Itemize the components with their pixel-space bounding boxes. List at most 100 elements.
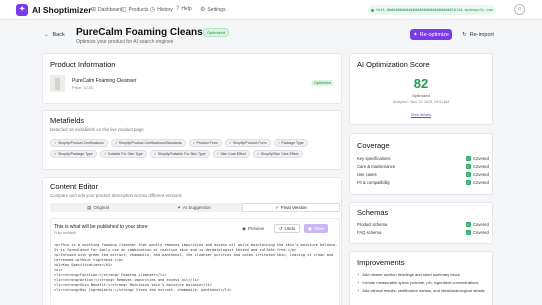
schemas-title: Schemas — [357, 208, 389, 217]
preview-label: Preview — [247, 226, 264, 231]
undo-button[interactable]: ↺ Undo — [274, 224, 300, 233]
editor-tabs: ▤ Original ✦ AI Suggestion ✓ Final Versi… — [50, 203, 340, 212]
nav-settings[interactable]: ⚙ Settings — [200, 6, 226, 14]
schema-label: Product schema — [357, 222, 388, 227]
eye-icon: ◉ — [242, 225, 246, 231]
improvement-text: Add clinical results, certification name… — [362, 288, 485, 293]
tab-final-version[interactable]: ✓ Final Version — [242, 203, 340, 212]
nav-help[interactable]: ? Help — [176, 6, 192, 12]
metafield-chip: Shopify/Package Type — [50, 149, 97, 159]
plus-icon: + — [357, 288, 360, 293]
coverage-label: Key specifications — [357, 156, 391, 161]
coverage-title: Coverage — [357, 141, 390, 150]
document-icon: ▤ — [87, 204, 92, 210]
schema-status: Covered — [473, 222, 489, 227]
metafield-chip: Shopify/Product Certifications/Standards — [110, 139, 186, 148]
arrow-left-icon: ← — [44, 32, 50, 38]
schema-status: Covered — [473, 230, 489, 235]
score-timestamp: Analyzed • Nov 12, 2025, 09:51 AM — [392, 100, 450, 104]
nav-dashboard[interactable]: ⊞ Dashboard — [91, 6, 123, 14]
reimport-button[interactable]: ↻ Re-import — [458, 29, 498, 40]
refresh-icon: ↻ — [462, 31, 467, 38]
status-badge: Optimized — [203, 28, 230, 37]
tab-label: AI Suggestion — [182, 205, 211, 210]
improvement-item: + Include measurable specs (volume, pH, … — [357, 280, 492, 285]
save-button[interactable]: ▣ Save — [304, 224, 328, 233]
coverage-row: Care & maintenance ✓ Covered — [357, 164, 491, 170]
undo-icon: ↺ — [278, 225, 283, 231]
metafield-chip: Suitable For Skin Type — [99, 149, 147, 159]
html-editor-textarea[interactable]: <p>This is a soothing foaming cleanser t… — [54, 243, 340, 305]
nav-products[interactable]: ◫ Products — [121, 6, 149, 14]
back-button[interactable]: ← Back — [44, 32, 65, 38]
improvement-text: Add clearer section headings and short s… — [362, 272, 460, 277]
metafield-chip: Package Type — [273, 139, 308, 148]
checkbox-checked-icon: ✓ — [466, 222, 471, 227]
score-label: Optimized — [411, 93, 430, 98]
coverage-status: Covered — [473, 156, 489, 161]
coverage-row: Key specifications ✓ Covered — [357, 156, 491, 162]
checkbox-checked-icon: ✓ — [466, 230, 471, 235]
schema-row: Product schema ✓ Covered — [357, 222, 491, 228]
nav-label: Dashboard — [98, 6, 123, 13]
panel-title: This is what will be published to your s… — [54, 224, 148, 230]
settings-icon: ⚙ — [200, 7, 206, 13]
metafield-chip: Shopify/Suitable For Skin Type — [149, 149, 210, 159]
plus-icon: + — [357, 280, 360, 285]
nav-history[interactable]: ◷ History — [150, 6, 173, 14]
coverage-label: Care & maintenance — [357, 164, 396, 169]
shop-domain-badge: test-##############################10144… — [368, 5, 496, 15]
nav-label: History — [157, 6, 173, 13]
product-price: Price: 22.00 — [72, 85, 94, 90]
app-name: AI Shoptimizer — [32, 5, 92, 15]
improvement-item: + Add clinical results, certification na… — [357, 288, 492, 293]
coverage-status: Covered — [473, 172, 489, 177]
tab-label: Final Version — [280, 205, 307, 210]
score-value: 82 — [413, 76, 429, 91]
product-info-title: Product Information — [50, 60, 116, 69]
schema-row: FAQ schema ✓ Covered — [357, 230, 491, 236]
tab-label: Original — [93, 205, 109, 210]
back-label: Back — [52, 32, 65, 38]
score-details-link[interactable]: View details — [349, 113, 493, 117]
coverage-row: Use cases ✓ Covered — [357, 172, 491, 178]
content-editor-subtitle: Compare and edit your product descriptio… — [50, 193, 182, 198]
preview-button[interactable]: ◉ Preview — [236, 224, 270, 233]
coverage-row: Fit & compatibility ✓ Covered — [357, 180, 491, 186]
tab-ai-suggestion[interactable]: ✦ AI Suggestion — [146, 203, 242, 212]
coverage-status: Covered — [473, 180, 489, 185]
panel-subtitle: Fully editable — [54, 231, 77, 235]
reimport-label: Re-import — [469, 31, 494, 38]
check-icon: ✓ — [275, 204, 279, 210]
nav-label: Products — [128, 6, 149, 13]
nav-label: Settings — [207, 6, 226, 13]
product-name: PureCalm Foaming Cleanser — [72, 78, 137, 84]
reoptimize-label: Re-optimize — [419, 31, 449, 38]
coverage-label: Use cases — [357, 172, 377, 177]
metafield-chip: Skin Care Effect — [212, 149, 250, 159]
content-editor-title: Content Editor — [50, 182, 98, 191]
checkbox-checked-icon: ✓ — [466, 156, 471, 161]
improvement-text: Include measurable specs (volume, pH, in… — [362, 280, 479, 285]
reoptimize-button[interactable]: ✦ Re-optimize — [410, 29, 452, 40]
page-subtitle: Optimize your product for AI search engi… — [76, 39, 174, 45]
sparkle-icon: ✦ — [413, 31, 418, 38]
metafields-title: Metafields — [50, 116, 85, 125]
product-status-badge: Optimized — [311, 80, 335, 86]
avatar-icon[interactable]: ○ — [514, 4, 525, 15]
page-title: PureCalm Foaming Cleanser — [76, 27, 213, 38]
save-icon: ▣ — [307, 225, 312, 231]
schema-label: FAQ schema — [357, 230, 382, 235]
tab-original[interactable]: ▤ Original — [50, 203, 146, 212]
checkbox-checked-icon: ✓ — [466, 172, 471, 177]
history-icon: ◷ — [150, 7, 156, 13]
product-thumbnail — [50, 75, 65, 92]
improvement-item: + Add clearer section headings and short… — [357, 272, 492, 277]
undo-label: Undo — [284, 226, 296, 231]
metafield-chip: Shopify/Product Form — [224, 139, 271, 148]
products-icon: ◫ — [121, 7, 127, 13]
plus-icon: + — [357, 272, 360, 277]
metafield-chip: Shopify/Skin Care Effect — [252, 149, 303, 159]
save-label: Save — [314, 226, 325, 231]
checkbox-checked-icon: ✓ — [466, 180, 471, 185]
